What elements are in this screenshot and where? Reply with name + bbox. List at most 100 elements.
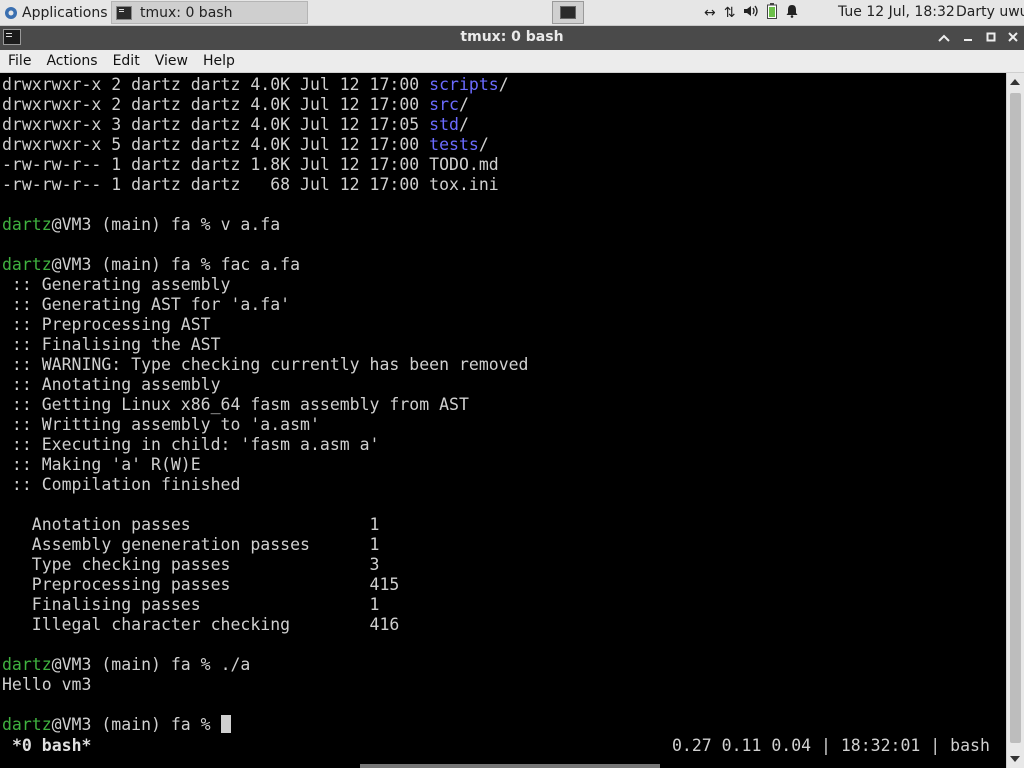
directory-slash: /: [458, 95, 469, 114]
tmux-window-list[interactable]: *0 bash*: [12, 736, 91, 755]
terminal-line: drwxrwxr-x 5 dartz dartz 4.0K Jul 12 17:…: [2, 135, 529, 155]
top-panel: Applications tmux: 0 bash ↔ ⇅ Tue 12 Jul…: [0, 0, 1024, 26]
prompt-user: dartz: [2, 215, 52, 234]
applications-label: Applications: [22, 4, 108, 21]
menu-edit[interactable]: Edit: [105, 53, 147, 69]
minimize-button[interactable]: [958, 28, 978, 48]
volume-icon[interactable]: [743, 4, 759, 22]
maximize-button[interactable]: [981, 28, 1001, 48]
terminal-line: Illegal character checking 416: [2, 615, 529, 635]
terminal-icon: [560, 6, 576, 19]
window-titlebar[interactable]: tmux: 0 bash: [0, 26, 1024, 50]
menu-view[interactable]: View: [147, 53, 195, 69]
prompt-text: @VM3 (main) fa %: [51, 255, 221, 274]
text-cursor: [220, 715, 231, 733]
output-line: Assembly geneneration passes 1: [2, 535, 380, 554]
menu-actions[interactable]: Actions: [38, 53, 104, 69]
menu-help[interactable]: Help: [195, 53, 242, 69]
terminal-scrollbar[interactable]: [1006, 73, 1024, 768]
prompt-user: dartz: [2, 715, 52, 734]
terminal-line: :: Compilation finished: [2, 475, 529, 495]
listing-entry: drwxrwxr-x 2 dartz dartz 4.0K Jul 12 17:…: [2, 75, 430, 94]
terminal-line: :: Executing in child: 'fasm a.asm a': [2, 435, 529, 455]
output-line: Hello vm3: [2, 675, 92, 694]
terminal-line: dartz@VM3 (main) fa % fac a.fa: [2, 255, 529, 275]
terminal-line: Anotation passes 1: [2, 515, 529, 535]
output-line: Preprocessing passes 415: [2, 575, 400, 594]
output-line: :: Generating assembly: [2, 275, 231, 294]
output-line: -rw-rw-r-- 1 dartz dartz 68 Jul 12 17:00…: [2, 175, 499, 194]
workspace-switcher[interactable]: [552, 1, 584, 24]
battery-icon[interactable]: [767, 3, 778, 23]
terminal-line: Preprocessing passes 415: [2, 575, 529, 595]
scroll-down-arrow-icon[interactable]: [1010, 756, 1020, 762]
prompt-text: @VM3 (main) fa %: [51, 715, 221, 734]
listing-entry: drwxrwxr-x 2 dartz dartz 4.0K Jul 12 17:…: [2, 95, 430, 114]
menu-file[interactable]: File: [0, 53, 38, 69]
terminal-line: :: Anotating assembly: [2, 375, 529, 395]
terminal-line: -rw-rw-r-- 1 dartz dartz 1.8K Jul 12 17:…: [2, 155, 529, 175]
bell-icon[interactable]: [785, 4, 799, 22]
terminal-line: drwxrwxr-x 2 dartz dartz 4.0K Jul 12 17:…: [2, 95, 529, 115]
taskbar-window-button[interactable]: tmux: 0 bash: [111, 1, 308, 24]
applications-icon: [5, 6, 17, 19]
output-line: :: Anotating assembly: [2, 375, 221, 394]
system-tray: ↔ ⇅: [700, 0, 803, 26]
terminal-line: Finalising passes 1: [2, 595, 529, 615]
output-line: Finalising passes 1: [2, 595, 380, 614]
terminal-lines: drwxrwxr-x 2 dartz dartz 4.0K Jul 12 17:…: [2, 75, 529, 735]
scrollbar-thumb[interactable]: [1010, 93, 1021, 743]
prompt-command: fac a.fa: [220, 255, 301, 274]
output-line: :: Finalising the AST: [2, 335, 221, 354]
taskbar-window-label: tmux: 0 bash: [140, 4, 233, 21]
close-button[interactable]: [1003, 28, 1023, 48]
panel-clock[interactable]: Tue 12 Jul, 18:32: [838, 4, 955, 20]
prompt-text: @VM3 (main) fa %: [51, 215, 221, 234]
tmux-status-right: 0.27 0.11 0.04 | 18:32:01 | bash: [672, 736, 990, 755]
terminal-line: dartz@VM3 (main) fa %: [2, 715, 529, 735]
menu-bar: File Actions Edit View Help: [0, 50, 1024, 73]
terminal-line: :: Generating AST for 'a.fa': [2, 295, 529, 315]
user-menu[interactable]: Darty uwu: [956, 4, 1024, 20]
prompt-user: dartz: [2, 255, 52, 274]
terminal-line: Type checking passes 3: [2, 555, 529, 575]
shade-button[interactable]: [934, 28, 954, 48]
prompt-text: @VM3 (main) fa %: [51, 655, 221, 674]
terminal-line: :: Getting Linux x86_64 fasm assembly fr…: [2, 395, 529, 415]
output-line: Anotation passes 1: [2, 515, 380, 534]
output-line: :: Making 'a' R(W)E: [2, 455, 201, 474]
applications-menu-button[interactable]: Applications: [2, 2, 110, 23]
prompt-command: ./a: [220, 655, 251, 674]
terminal-line: :: Generating assembly: [2, 275, 529, 295]
output-line: :: Executing in child: 'fasm a.asm a': [2, 435, 380, 454]
output-line: :: Compilation finished: [2, 475, 241, 494]
output-line: :: Generating AST for 'a.fa': [2, 295, 291, 314]
directory-slash: /: [458, 115, 469, 134]
terminal-line: -rw-rw-r-- 1 dartz dartz 68 Jul 12 17:00…: [2, 175, 529, 195]
directory-slash: /: [498, 75, 509, 94]
terminal-line: Hello vm3: [2, 675, 529, 695]
terminal-line: dartz@VM3 (main) fa % v a.fa: [2, 215, 529, 235]
window-title: tmux: 0 bash: [460, 29, 564, 45]
transfer-icon[interactable]: ⇅: [724, 5, 736, 21]
terminal-line: drwxrwxr-x 3 dartz dartz 4.0K Jul 12 17:…: [2, 115, 529, 135]
terminal-line: drwxrwxr-x 2 dartz dartz 4.0K Jul 12 17:…: [2, 75, 529, 95]
terminal-line: Assembly geneneration passes 1: [2, 535, 529, 555]
scroll-up-arrow-icon[interactable]: [1010, 79, 1020, 85]
directory-name: src: [429, 95, 459, 114]
terminal-line: :: Preprocessing AST: [2, 315, 529, 335]
output-line: -rw-rw-r-- 1 dartz dartz 1.8K Jul 12 17:…: [2, 155, 499, 174]
prompt-command: v a.fa: [220, 215, 281, 234]
directory-slash: /: [478, 135, 489, 154]
output-line: :: Writting assembly to 'a.asm': [2, 415, 320, 434]
listing-entry: drwxrwxr-x 3 dartz dartz 4.0K Jul 12 17:…: [2, 115, 430, 134]
directory-name: std: [429, 115, 459, 134]
terminal-output[interactable]: drwxrwxr-x 2 dartz dartz 4.0K Jul 12 17:…: [0, 73, 1006, 768]
terminal-line: :: Making 'a' R(W)E: [2, 455, 529, 475]
network-arrows-icon[interactable]: ↔: [704, 5, 716, 21]
directory-name: tests: [429, 135, 479, 154]
